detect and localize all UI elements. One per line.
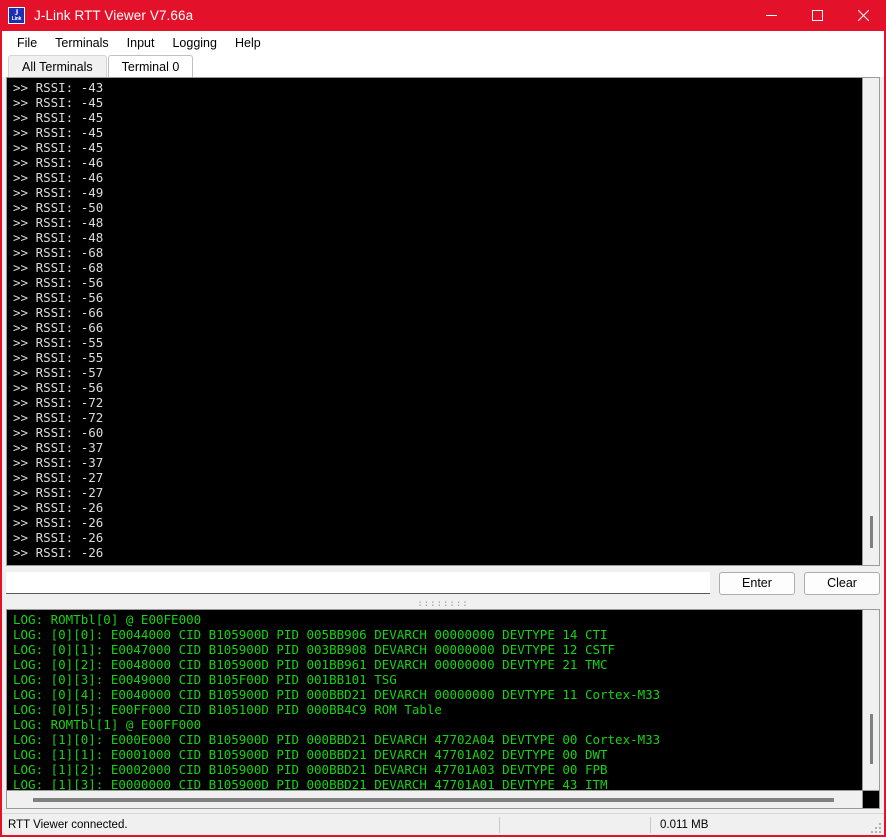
window-title: J-Link RTT Viewer V7.66a [34,8,193,23]
terminal-line: >> RSSI: -43 [13,80,862,95]
log-line: LOG: [0][0]: E0044000 CID B105900D PID 0… [13,627,862,642]
terminal-line: >> RSSI: -66 [13,320,862,335]
log-vertical-scrollbar[interactable] [862,610,879,790]
log-horizontal-scrollbar[interactable] [7,790,879,808]
log-line: LOG: ROMTbl[1] @ E00FF000 [13,717,862,732]
terminal-line: >> RSSI: -45 [13,110,862,125]
menu-item-input[interactable]: Input [118,33,164,53]
tab-terminal-0[interactable]: Terminal 0 [108,55,194,77]
tab-all-terminals[interactable]: All Terminals [8,55,107,77]
terminal-line: >> RSSI: -26 [13,545,862,560]
terminal-line: >> RSSI: -56 [13,290,862,305]
maximize-button[interactable] [794,0,840,31]
window-controls [748,0,886,31]
jlink-logo-icon: J Link [8,7,25,24]
status-bar: RTT Viewer connected. 0.011 MB [2,813,884,835]
terminal-line: >> RSSI: -45 [13,125,862,140]
terminal-line: >> RSSI: -72 [13,395,862,410]
terminal-scroll-thumb[interactable] [870,516,873,548]
terminal-line: >> RSSI: -37 [13,455,862,470]
terminal-tab-bar: All Terminals Terminal 0 [2,55,884,77]
log-vertical-scroll-thumb[interactable] [870,714,873,764]
terminal-line: >> RSSI: -56 [13,275,862,290]
menu-item-help[interactable]: Help [226,33,270,53]
scrollbar-corner [862,791,879,808]
log-hscroll-track[interactable] [7,791,862,808]
terminal-line: >> RSSI: -50 [13,200,862,215]
terminal-vertical-scrollbar[interactable] [862,78,879,565]
log-line: LOG: [1][0]: E000E000 CID B105900D PID 0… [13,732,862,747]
terminal-line: >> RSSI: -68 [13,260,862,275]
command-input[interactable] [6,572,710,594]
status-connection-text: RTT Viewer connected. [2,819,128,831]
log-output-pane[interactable]: LOG: ROMTbl[0] @ E00FE000LOG: [0][0]: E0… [6,609,880,809]
pane-splitter[interactable]: :::::::: [6,598,880,609]
terminal-output-text: >> RSSI: -43>> RSSI: -45>> RSSI: -45>> R… [7,78,862,565]
menu-bar: File Terminals Input Logging Help [2,31,884,55]
terminal-line: >> RSSI: -55 [13,350,862,365]
jlink-logo-link: Link [12,17,21,23]
log-line: LOG: [0][2]: E0048000 CID B105900D PID 0… [13,657,862,672]
rtt-viewer-window: J Link J-Link RTT Viewer V7.66a File Ter… [0,0,886,837]
terminal-line: >> RSSI: -48 [13,230,862,245]
close-button[interactable] [840,0,886,31]
enter-button[interactable]: Enter [719,572,795,595]
log-line: LOG: [0][5]: E00FF000 CID B105100D PID 0… [13,702,862,717]
log-line: LOG: [0][1]: E0047000 CID B105900D PID 0… [13,642,862,657]
menu-item-terminals[interactable]: Terminals [46,33,118,53]
terminal-line: >> RSSI: -56 [13,380,862,395]
terminal-line: >> RSSI: -27 [13,470,862,485]
menu-item-logging[interactable]: Logging [163,33,226,53]
terminal-output-pane[interactable]: >> RSSI: -43>> RSSI: -45>> RSSI: -45>> R… [6,77,880,566]
terminal-line: >> RSSI: -45 [13,140,862,155]
log-line: LOG: ROMTbl[0] @ E00FE000 [13,612,862,627]
terminal-line: >> RSSI: -37 [13,440,862,455]
log-line: LOG: [0][4]: E0040000 CID B105900D PID 0… [13,687,862,702]
command-input-row: Enter Clear [6,566,880,598]
status-divider-1 [499,817,500,833]
terminal-line: >> RSSI: -68 [13,245,862,260]
terminal-line: >> RSSI: -72 [13,410,862,425]
splitter-grip: :::::::: [417,601,468,607]
log-output-body: LOG: ROMTbl[0] @ E00FE000LOG: [0][0]: E0… [7,610,879,790]
title-bar: J Link J-Link RTT Viewer V7.66a [0,0,886,31]
clear-button[interactable]: Clear [804,572,880,595]
status-divider-2 [650,817,651,833]
terminal-line: >> RSSI: -45 [13,95,862,110]
log-horizontal-scroll-thumb[interactable] [33,798,834,802]
terminal-line: >> RSSI: -60 [13,425,862,440]
terminal-line: >> RSSI: -66 [13,305,862,320]
terminal-line: >> RSSI: -46 [13,155,862,170]
terminal-line: >> RSSI: -26 [13,515,862,530]
terminal-line: >> RSSI: -26 [13,500,862,515]
log-line: LOG: [1][1]: E0001000 CID B105900D PID 0… [13,747,862,762]
terminal-line: >> RSSI: -49 [13,185,862,200]
terminal-line: >> RSSI: -48 [13,215,862,230]
terminal-line: >> RSSI: -26 [13,530,862,545]
menu-item-file[interactable]: File [8,33,46,53]
terminal-line: >> RSSI: -57 [13,365,862,380]
log-line: LOG: [1][3]: E0000000 CID B105900D PID 0… [13,777,862,790]
log-line: LOG: [0][3]: E0049000 CID B105F00D PID 0… [13,672,862,687]
terminal-line: >> RSSI: -55 [13,335,862,350]
log-output-text: LOG: ROMTbl[0] @ E00FE000LOG: [0][0]: E0… [7,610,862,790]
main-content: >> RSSI: -43>> RSSI: -45>> RSSI: -45>> R… [2,77,884,813]
log-line: LOG: [1][2]: E0002000 CID B105900D PID 0… [13,762,862,777]
terminal-line: >> RSSI: -46 [13,170,862,185]
resize-grip-icon[interactable] [869,821,881,833]
terminal-line: >> RSSI: -27 [13,485,862,500]
status-data-size: 0.011 MB [660,819,708,831]
minimize-button[interactable] [748,0,794,31]
